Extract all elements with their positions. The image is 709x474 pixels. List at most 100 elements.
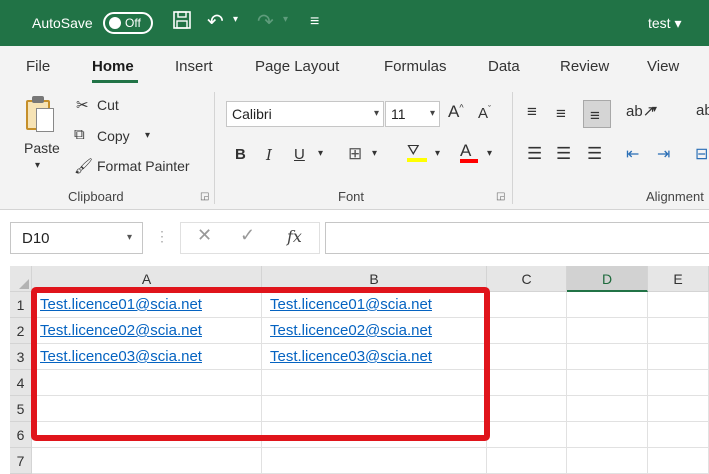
borders-dropdown-icon[interactable]: ▾ bbox=[372, 148, 377, 159]
cell-c5[interactable] bbox=[487, 396, 567, 422]
chevron-down-icon: ▾ bbox=[429, 108, 435, 119]
column-header-e[interactable]: E bbox=[648, 266, 709, 292]
copy-icon[interactable]: ⧉ bbox=[74, 126, 85, 143]
orientation-icon[interactable]: ab↗ bbox=[626, 102, 655, 120]
cell-d3[interactable] bbox=[567, 344, 648, 370]
underline-icon[interactable]: U bbox=[294, 146, 305, 163]
italic-icon[interactable]: I bbox=[266, 146, 272, 164]
paste-icon[interactable] bbox=[22, 94, 56, 134]
enter-icon[interactable]: ✓ bbox=[240, 225, 255, 246]
align-left-icon[interactable]: ☰ bbox=[527, 144, 542, 164]
cell-e5[interactable] bbox=[648, 396, 709, 422]
ribbon: Paste ▾ ✂ Cut ⧉ Copy ▾ 🖌 Format Painter … bbox=[0, 86, 709, 210]
cut-button[interactable]: Cut bbox=[97, 97, 119, 113]
copy-button[interactable]: Copy bbox=[97, 128, 130, 144]
undo-dropdown-icon[interactable]: ▾ bbox=[233, 14, 238, 25]
cell-a7[interactable] bbox=[32, 448, 262, 474]
undo-icon[interactable]: ↶ bbox=[207, 10, 224, 34]
cell-d5[interactable] bbox=[567, 396, 648, 422]
formula-bar: D10 ▾ ⋮ ✕ ✓ fx bbox=[0, 210, 709, 266]
align-center-icon[interactable]: ☰ bbox=[556, 144, 571, 164]
customize-toolbar-icon[interactable]: ≡ bbox=[310, 10, 319, 34]
paste-button[interactable]: Paste bbox=[24, 140, 60, 156]
column-header-d[interactable]: D bbox=[567, 266, 648, 292]
orientation-dropdown-icon[interactable]: ▾ bbox=[652, 104, 657, 115]
cell-d7[interactable] bbox=[567, 448, 648, 474]
cell-e4[interactable] bbox=[648, 370, 709, 396]
underline-dropdown-icon[interactable]: ▾ bbox=[318, 148, 323, 159]
align-right-icon[interactable]: ☰ bbox=[587, 144, 602, 164]
cell-d2[interactable] bbox=[567, 318, 648, 344]
font-launcher-icon[interactable]: ◲ bbox=[496, 191, 505, 202]
paste-dropdown-icon[interactable]: ▾ bbox=[35, 160, 40, 171]
name-box-value: D10 bbox=[22, 230, 50, 247]
row-header-2[interactable]: 2 bbox=[10, 318, 32, 344]
font-name-select[interactable]: Calibri ▾ bbox=[226, 101, 384, 127]
cell-d6[interactable] bbox=[567, 422, 648, 448]
font-size-value: 11 bbox=[391, 106, 406, 122]
row-header-6[interactable]: 6 bbox=[10, 422, 32, 448]
cell-e3[interactable] bbox=[648, 344, 709, 370]
fill-color-dropdown-icon[interactable]: ▾ bbox=[435, 148, 440, 159]
formula-input[interactable] bbox=[325, 222, 709, 254]
tab-formulas[interactable]: Formulas bbox=[384, 58, 447, 75]
document-title[interactable]: test ▾ bbox=[648, 15, 682, 32]
name-box[interactable]: D10 ▾ bbox=[10, 222, 143, 254]
increase-indent-icon[interactable]: ⇥ bbox=[657, 144, 670, 164]
cell-e1[interactable] bbox=[648, 292, 709, 318]
cell-c2[interactable] bbox=[487, 318, 567, 344]
cell-d1[interactable] bbox=[567, 292, 648, 318]
cell-e7[interactable] bbox=[648, 448, 709, 474]
insert-function-button[interactable]: fx bbox=[287, 227, 302, 246]
tab-insert[interactable]: Insert bbox=[175, 58, 213, 75]
cell-c4[interactable] bbox=[487, 370, 567, 396]
cell-c6[interactable] bbox=[487, 422, 567, 448]
save-icon[interactable] bbox=[172, 10, 192, 36]
merge-center-icon[interactable]: ⊟ bbox=[695, 144, 708, 164]
redo-dropdown-icon[interactable]: ▾ bbox=[283, 14, 288, 25]
tab-page-layout[interactable]: Page Layout bbox=[255, 58, 339, 75]
fill-color-swatch bbox=[407, 158, 427, 162]
cell-c1[interactable] bbox=[487, 292, 567, 318]
row-header-5[interactable]: 5 bbox=[10, 396, 32, 422]
format-painter-button[interactable]: Format Painter bbox=[97, 158, 190, 174]
cell-c3[interactable] bbox=[487, 344, 567, 370]
active-tab-indicator bbox=[92, 80, 138, 83]
select-all-corner[interactable] bbox=[10, 266, 32, 292]
cell-b7[interactable] bbox=[262, 448, 487, 474]
cut-icon[interactable]: ✂ bbox=[76, 96, 89, 114]
row-header-3[interactable]: 3 bbox=[10, 344, 32, 370]
align-top-icon[interactable]: ≡ bbox=[527, 102, 537, 122]
select-all-triangle-icon bbox=[19, 279, 29, 289]
bold-icon[interactable]: B bbox=[235, 146, 246, 163]
font-color-icon[interactable]: A bbox=[460, 141, 478, 163]
cell-d4[interactable] bbox=[567, 370, 648, 396]
tab-review[interactable]: Review bbox=[560, 58, 609, 75]
column-header-c[interactable]: C bbox=[487, 266, 567, 292]
redo-icon[interactable]: ↷ bbox=[257, 10, 274, 34]
tab-view[interactable]: View bbox=[647, 58, 679, 75]
cell-e2[interactable] bbox=[648, 318, 709, 344]
fill-color-icon[interactable]: ⛛ bbox=[407, 142, 427, 162]
cancel-icon[interactable]: ✕ bbox=[197, 225, 212, 246]
format-painter-icon[interactable]: 🖌 bbox=[74, 157, 93, 175]
clipboard-launcher-icon[interactable]: ◲ bbox=[200, 191, 209, 202]
row-header-1[interactable]: 1 bbox=[10, 292, 32, 318]
copy-dropdown-icon[interactable]: ▾ bbox=[145, 130, 150, 141]
row-header-7[interactable]: 7 bbox=[10, 448, 32, 474]
align-middle-icon[interactable]: ≡ bbox=[556, 104, 566, 124]
font-size-select[interactable]: 11 ▾ bbox=[385, 101, 440, 127]
tab-home[interactable]: Home bbox=[92, 58, 134, 75]
decrease-indent-icon[interactable]: ⇤ bbox=[626, 144, 639, 164]
wrap-text-icon[interactable]: ab bbox=[696, 102, 709, 119]
decrease-font-size-icon[interactable]: Aˇ bbox=[478, 104, 491, 122]
row-header-4[interactable]: 4 bbox=[10, 370, 32, 396]
cell-c7[interactable] bbox=[487, 448, 567, 474]
borders-icon[interactable]: ⊞ bbox=[348, 144, 362, 164]
font-color-dropdown-icon[interactable]: ▾ bbox=[487, 148, 492, 159]
autosave-toggle[interactable]: Off bbox=[103, 12, 153, 34]
tab-data[interactable]: Data bbox=[488, 58, 520, 75]
tab-file[interactable]: File bbox=[26, 58, 50, 75]
cell-e6[interactable] bbox=[648, 422, 709, 448]
increase-font-size-icon[interactable]: A^ bbox=[448, 102, 464, 122]
